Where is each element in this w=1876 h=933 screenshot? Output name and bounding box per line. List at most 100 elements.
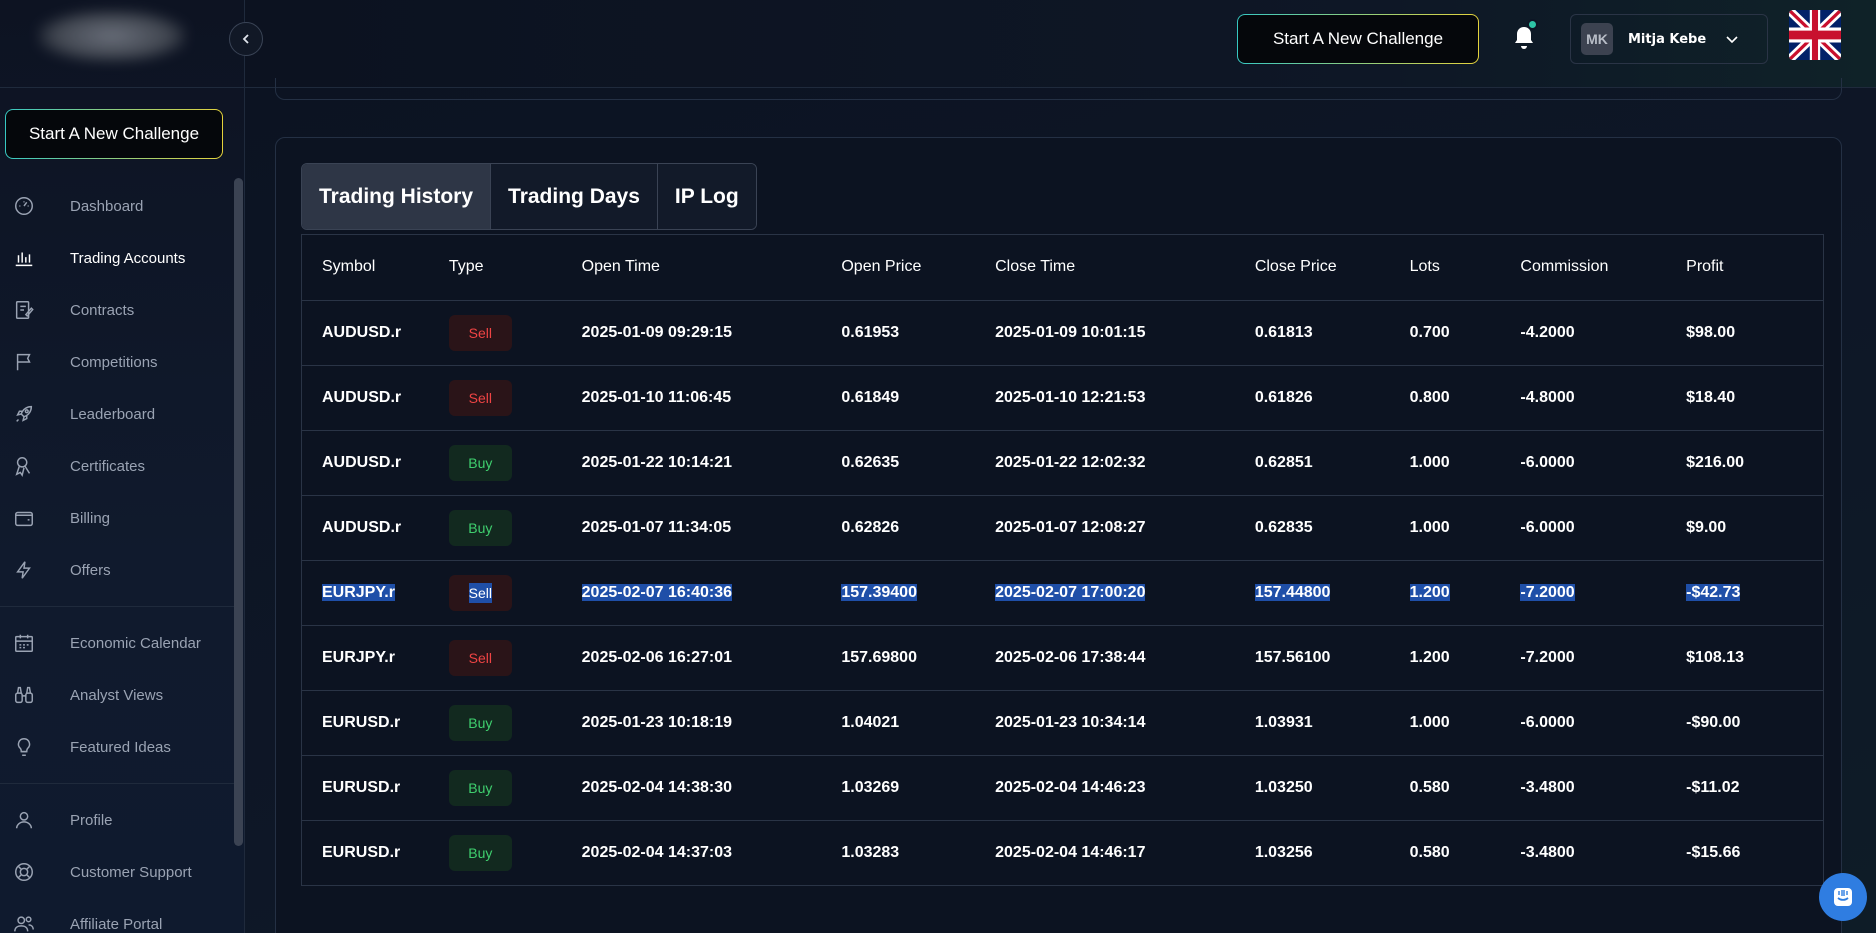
symbol-cell: EURUSD.r	[302, 755, 449, 821]
close-time-cell: 2025-02-07 17:00:20	[995, 560, 1255, 626]
sidebar-item-competitions[interactable]: Competitions	[0, 336, 234, 388]
profit-cell: -$11.02	[1686, 755, 1823, 821]
column-header[interactable]: Profit	[1686, 235, 1823, 301]
sidebar-item-featured-ideas[interactable]: Featured Ideas	[0, 721, 234, 773]
open-price-cell: 0.62635	[841, 430, 996, 496]
main-content: Trading History Trading Days IP Log Symb…	[245, 78, 1876, 933]
user-menu[interactable]: MK Mitja Kebe	[1570, 14, 1768, 64]
column-header[interactable]: Type	[448, 235, 582, 301]
sidebar-item-label: Profile	[70, 811, 113, 829]
open-price-cell: 0.62826	[841, 495, 996, 561]
sidebar-divider	[0, 783, 234, 784]
sidebar-item-analyst-views[interactable]: Analyst Views	[0, 669, 234, 721]
tab-trading-days[interactable]: Trading Days	[491, 164, 658, 229]
open-time-cell: 2025-02-06 16:27:01	[581, 625, 842, 691]
type-badge: Sell	[448, 574, 512, 611]
logo[interactable]	[38, 10, 186, 62]
symbol-cell: EURUSD.r	[302, 690, 449, 756]
type-cell: Buy	[448, 430, 582, 496]
table-row[interactable]: AUDUSD.r Buy 2025-01-22 10:14:21 0.62635…	[302, 430, 1823, 496]
lots-cell: 1.000	[1409, 430, 1521, 496]
type-badge: Buy	[448, 509, 512, 546]
table-row[interactable]: AUDUSD.r Sell 2025-01-10 11:06:45 0.6184…	[302, 365, 1823, 431]
profit-cell: -$42.73	[1686, 560, 1823, 626]
lightbulb-icon	[12, 735, 36, 759]
chat-support-button[interactable]	[1819, 873, 1867, 921]
lifebuoy-icon	[12, 860, 36, 884]
sidebar-item-economic-calendar[interactable]: Economic Calendar	[0, 617, 234, 669]
column-header[interactable]: Symbol	[302, 235, 449, 301]
type-cell: Buy	[448, 820, 582, 886]
table-row[interactable]: AUDUSD.r Buy 2025-01-07 11:34:05 0.62826…	[302, 495, 1823, 561]
sidebar-item-profile[interactable]: Profile	[0, 794, 234, 846]
close-time-cell: 2025-01-10 12:21:53	[995, 365, 1255, 431]
sidebar: Start A New Challenge Dashboard Trading …	[0, 0, 245, 933]
user-name: Mitja Kebe	[1628, 31, 1707, 47]
column-header[interactable]: Open Price	[841, 235, 996, 301]
close-price-cell: 1.03256	[1254, 820, 1410, 886]
type-cell: Buy	[448, 495, 582, 561]
column-header[interactable]: Lots	[1409, 235, 1521, 301]
sidebar-item-certificates[interactable]: Certificates	[0, 440, 234, 492]
column-header[interactable]: Close Price	[1254, 235, 1410, 301]
lots-cell: 0.800	[1409, 365, 1521, 431]
sidebar-item-label: Leaderboard	[70, 405, 156, 423]
notifications-button[interactable]	[1512, 19, 1540, 53]
symbol-cell: AUDUSD.r	[302, 365, 449, 431]
header-start-challenge-button[interactable]: Start A New Challenge	[1237, 14, 1479, 64]
table-row[interactable]: EURUSD.r Buy 2025-02-04 14:38:30 1.03269…	[302, 755, 1823, 821]
sidebar-item-customer-support[interactable]: Customer Support	[0, 846, 234, 898]
type-cell: Sell	[448, 625, 582, 691]
close-price-cell: 157.44800	[1254, 560, 1410, 626]
open-price-cell: 0.61849	[841, 365, 996, 431]
sidebar-scrollbar[interactable]	[234, 178, 243, 846]
profit-cell: -$15.66	[1686, 820, 1823, 886]
chart-bars-icon	[12, 246, 36, 270]
sidebar-item-contracts[interactable]: Contracts	[0, 284, 234, 336]
table-row[interactable]: EURUSD.r Buy 2025-01-23 10:18:19 1.04021…	[302, 690, 1823, 756]
column-header[interactable]: Close Time	[995, 235, 1255, 301]
close-time-cell: 2025-02-04 14:46:17	[995, 820, 1255, 886]
table-row-selected[interactable]: EURJPY.r Sell 2025-02-07 16:40:36 157.39…	[302, 560, 1823, 626]
open-time-cell: 2025-01-07 11:34:05	[581, 495, 842, 561]
type-cell: Buy	[448, 755, 582, 821]
open-time-cell: 2025-02-04 14:38:30	[581, 755, 842, 821]
table-row[interactable]: EURJPY.r Sell 2025-02-06 16:27:01 157.69…	[302, 625, 1823, 691]
sidebar-item-offers[interactable]: Offers	[0, 544, 234, 596]
selected-text: 2025-02-07 17:00:20	[995, 583, 1146, 601]
sidebar-nav: Dashboard Trading Accounts Contracts Com…	[0, 180, 234, 933]
tab-ip-log[interactable]: IP Log	[657, 164, 756, 229]
sidebar-item-trading-accounts[interactable]: Trading Accounts	[0, 232, 234, 284]
user-icon	[12, 808, 36, 832]
close-time-cell: 2025-01-22 12:02:32	[995, 430, 1255, 496]
wallet-icon	[12, 506, 36, 530]
selected-text: EURJPY.r	[322, 583, 395, 601]
type-badge: Buy	[448, 769, 512, 806]
sidebar-item-label: Customer Support	[70, 863, 192, 881]
notification-dot	[1527, 19, 1538, 30]
sidebar-item-label: Contracts	[70, 301, 135, 319]
commission-cell: -7.2000	[1520, 625, 1687, 691]
sidebar-item-billing[interactable]: Billing	[0, 492, 234, 544]
sidebar-item-dashboard[interactable]: Dashboard	[0, 180, 234, 232]
symbol-cell: AUDUSD.r	[302, 300, 449, 366]
avatar: MK	[1581, 23, 1613, 55]
collapse-sidebar-button[interactable]	[229, 22, 263, 56]
sidebar-item-leaderboard[interactable]: Leaderboard	[0, 388, 234, 440]
table-row[interactable]: AUDUSD.r Sell 2025-01-09 09:29:15 0.6195…	[302, 300, 1823, 366]
column-header[interactable]: Open Time	[581, 235, 842, 301]
commission-cell: -3.4800	[1520, 820, 1687, 886]
close-price-cell: 157.56100	[1254, 625, 1410, 691]
sidebar-item-label: Trading Accounts	[70, 249, 186, 267]
close-price-cell: 0.62851	[1254, 430, 1410, 496]
sidebar-item-affiliate-portal[interactable]: Affiliate Portal	[0, 898, 234, 933]
type-badge: Buy	[448, 444, 512, 481]
table-row[interactable]: EURUSD.r Buy 2025-02-04 14:37:03 1.03283…	[302, 820, 1823, 886]
commission-cell: -4.2000	[1520, 300, 1687, 366]
open-price-cell: 0.61953	[841, 300, 996, 366]
sidebar-start-challenge-button[interactable]: Start A New Challenge	[5, 109, 223, 159]
column-header[interactable]: Commission	[1520, 235, 1687, 301]
uk-flag-icon[interactable]	[1789, 10, 1841, 60]
selected-text: 1.200	[1409, 583, 1450, 601]
tab-trading-history[interactable]: Trading History	[302, 164, 492, 229]
